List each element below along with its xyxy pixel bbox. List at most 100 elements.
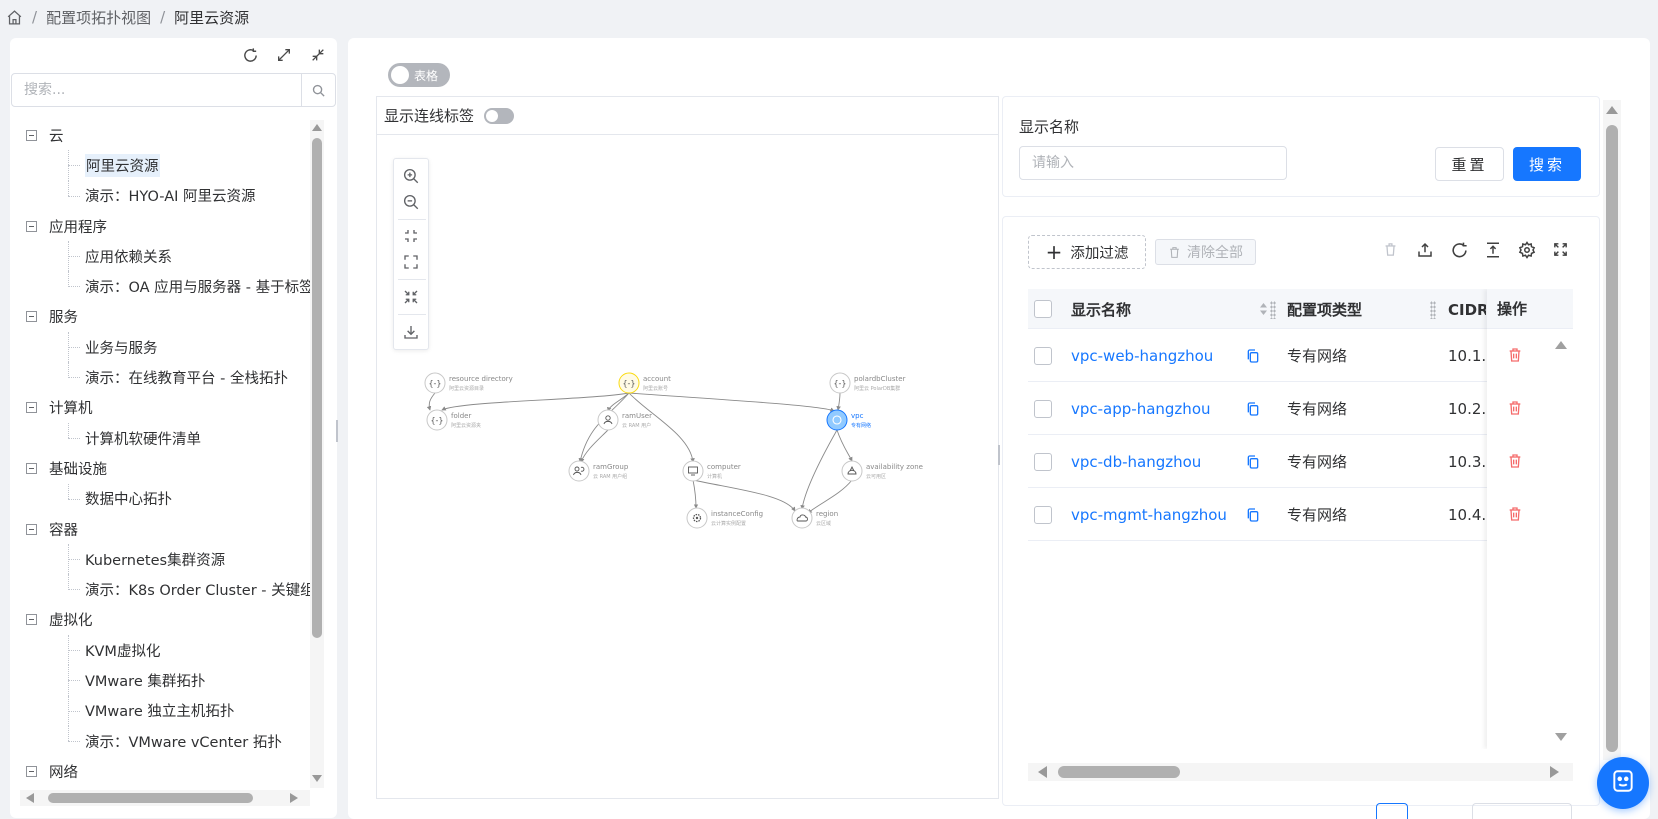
breadcrumb-topology-view[interactable]: 配置项拓扑视图 xyxy=(46,7,151,28)
scrollbar-thumb[interactable] xyxy=(312,138,322,638)
scroll-left-arrow[interactable] xyxy=(26,793,34,803)
node-instance-config[interactable]: instanceConfig 云计算实例配置 xyxy=(686,507,763,529)
row-checkbox[interactable] xyxy=(1034,382,1052,435)
tree-node-vmware-host[interactable]: VMware 独立主机拓扑 xyxy=(24,695,320,727)
pagination-current-page[interactable] xyxy=(1376,803,1408,819)
home-icon[interactable] xyxy=(6,9,23,26)
node-polardb-cluster[interactable]: {-} polardbCluster 阿里云 PolarDB集群 xyxy=(829,372,906,394)
tree-node-app-dependencies[interactable]: 应用依赖关系 xyxy=(24,241,320,272)
add-filter-button[interactable]: + 添加过滤 xyxy=(1028,235,1146,269)
row-checkbox[interactable] xyxy=(1034,488,1052,541)
scroll-right-arrow[interactable] xyxy=(1550,766,1559,778)
show-edge-labels-switch[interactable] xyxy=(484,107,515,124)
copy-icon[interactable] xyxy=(1245,382,1261,435)
node-account[interactable]: {-} account 阿里云账号 xyxy=(618,372,671,394)
scroll-right-arrow[interactable] xyxy=(290,793,298,803)
collapse-icon[interactable] xyxy=(26,462,37,474)
collapse-icon[interactable] xyxy=(26,614,37,626)
row-display-name-link[interactable]: vpc-app-hangzhou xyxy=(1071,382,1211,435)
tree-node-network[interactable]: 网络 xyxy=(24,756,320,786)
delete-icon[interactable] xyxy=(1507,400,1523,420)
scroll-up-arrow[interactable] xyxy=(1606,106,1618,114)
node-ram-group[interactable]: ramGroup 云 RAM 用户组 xyxy=(568,460,629,482)
sidebar-resize-handle[interactable] xyxy=(336,420,338,442)
sort-icon[interactable] xyxy=(1259,301,1268,317)
tree-node-vmware-cluster[interactable]: VMware 集群拓扑 xyxy=(24,665,320,696)
node-folder[interactable]: {-} folder 阿里云资源夹 xyxy=(426,409,481,431)
collapse-icon[interactable] xyxy=(26,220,37,232)
tree-node-cloud[interactable]: 云 xyxy=(24,120,320,150)
collapse-all-icon[interactable] xyxy=(307,44,329,66)
node-vpc[interactable]: vpc 专有网络 xyxy=(826,409,871,431)
collapse-icon[interactable] xyxy=(26,402,37,414)
clear-all-button[interactable]: 清除全部 xyxy=(1155,239,1256,265)
refresh-icon[interactable] xyxy=(239,44,261,66)
fit-view-icon[interactable] xyxy=(402,227,422,247)
scroll-up-arrow[interactable] xyxy=(312,124,322,131)
topology-graph[interactable]: {-} resource directory 阿里云资源目录 {-} accoun… xyxy=(420,365,940,565)
collapse-icon[interactable] xyxy=(26,311,37,323)
tree-vertical-scrollbar[interactable] xyxy=(310,120,324,788)
node-computer[interactable]: computer 计算机 xyxy=(682,460,741,482)
search-icon[interactable] xyxy=(301,74,335,106)
download-icon[interactable] xyxy=(402,323,422,343)
tree-node-k8s-resources[interactable]: Kubernetes集群资源 xyxy=(24,544,320,575)
row-display-name-link[interactable]: vpc-mgmt-hangzhou xyxy=(1071,488,1227,541)
table-vertical-scrollbar[interactable] xyxy=(1549,329,1573,749)
reset-button[interactable]: 重置 xyxy=(1435,147,1504,181)
column-header-display-name[interactable]: 显示名称 xyxy=(1071,289,1131,329)
right-panel-scrollbar[interactable] xyxy=(1603,100,1621,760)
tree-node-services[interactable]: 服务 xyxy=(24,302,320,332)
fullscreen-icon[interactable] xyxy=(1552,241,1572,261)
tree-node-virtualization[interactable]: 虚拟化 xyxy=(24,605,320,635)
tree-node-kvm[interactable]: KVM虚拟化 xyxy=(24,635,320,666)
scroll-left-arrow[interactable] xyxy=(1038,766,1047,778)
column-height-icon[interactable] xyxy=(1484,241,1504,261)
row-checkbox[interactable] xyxy=(1034,329,1052,382)
column-resize-handle[interactable] xyxy=(1270,301,1276,319)
tree-node-computers[interactable]: 计算机 xyxy=(24,393,320,423)
node-region[interactable]: region 云区域 xyxy=(791,507,838,529)
tree-node-infrastructure[interactable]: 基础设施 xyxy=(24,453,320,483)
export-icon[interactable] xyxy=(1416,241,1436,261)
row-display-name-link[interactable]: vpc-db-hangzhou xyxy=(1071,435,1201,488)
scroll-up-arrow[interactable] xyxy=(1555,341,1567,349)
display-name-input[interactable] xyxy=(1019,146,1287,180)
scrollbar-thumb[interactable] xyxy=(48,793,253,803)
copy-icon[interactable] xyxy=(1245,329,1261,382)
node-ram-user[interactable]: ramUser 云 RAM 用户 xyxy=(597,409,652,431)
zoom-in-icon[interactable] xyxy=(402,167,422,187)
assistant-button[interactable] xyxy=(1597,757,1649,809)
tree-node-aliyun-resources[interactable]: 阿里云资源 xyxy=(24,150,320,181)
tree-node-hw-sw-inventory[interactable]: 计算机软硬件清单 xyxy=(24,422,320,453)
panel-splitter[interactable] xyxy=(998,445,1000,465)
node-availability-zone[interactable]: availability zone 云可用区 xyxy=(841,460,923,482)
tree-node-k8s-order-cluster[interactable]: 演示：K8s Order Cluster - 关键组件 xyxy=(24,574,320,604)
row-checkbox[interactable] xyxy=(1034,435,1052,488)
tree-node-containers[interactable]: 容器 xyxy=(24,514,320,544)
table-view-switch[interactable]: 表格 xyxy=(388,63,450,87)
settings-icon[interactable] xyxy=(1518,241,1538,261)
tree-node-applications[interactable]: 应用程序 xyxy=(24,211,320,241)
scrollbar-thumb[interactable] xyxy=(1058,766,1180,778)
search-button[interactable]: 搜索 xyxy=(1513,147,1581,181)
column-resize-handle[interactable] xyxy=(1430,301,1436,319)
column-header-cidr[interactable]: CIDR 块 xyxy=(1448,289,1486,329)
collapse-icon[interactable] xyxy=(26,523,37,535)
collapse-icon[interactable] xyxy=(26,765,37,777)
scroll-down-arrow[interactable] xyxy=(1555,733,1567,741)
tree-node-business-services[interactable]: 业务与服务 xyxy=(24,332,320,363)
expand-all-icon[interactable] xyxy=(273,44,295,66)
tree-horizontal-scrollbar[interactable] xyxy=(20,790,310,806)
delete-icon[interactable] xyxy=(1507,506,1523,526)
table-horizontal-scrollbar[interactable] xyxy=(1028,763,1573,781)
delete-icon[interactable] xyxy=(1507,453,1523,473)
column-header-ci-type[interactable]: 配置项类型 xyxy=(1287,289,1362,329)
node-resource-directory[interactable]: {-} resource directory 阿里云资源目录 xyxy=(424,372,513,394)
refresh-icon[interactable] xyxy=(1450,241,1470,261)
tree-node-online-education[interactable]: 演示：在线教育平台 - 全栈拓扑 xyxy=(24,362,320,392)
tree-node-vmware-vcenter[interactable]: 演示：VMware vCenter 拓扑 xyxy=(24,725,320,756)
auto-layout-icon[interactable] xyxy=(402,288,422,308)
select-all-checkbox[interactable] xyxy=(1034,289,1052,329)
copy-icon[interactable] xyxy=(1245,488,1261,541)
